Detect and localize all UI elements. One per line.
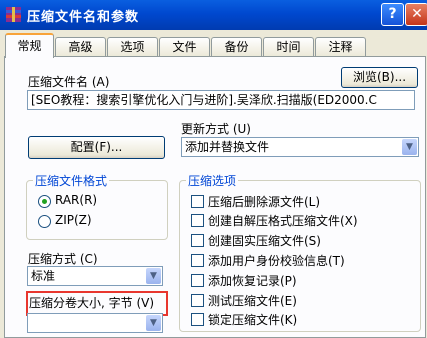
profiles-button[interactable]: 配置(F)...: [28, 136, 165, 159]
solid-label: 创建固实压缩文件(S): [208, 234, 321, 248]
close-button[interactable]: ✕: [405, 3, 427, 26]
volume-size-select[interactable]: ▼: [27, 313, 163, 333]
test-archive-label: 测试压缩文件(E): [208, 294, 297, 308]
tab-options[interactable]: 选项: [107, 37, 158, 56]
help-button[interactable]: ?: [381, 3, 404, 26]
sfx-checkbox[interactable]: [191, 214, 204, 227]
zip-radio-label: ZIP(Z): [55, 213, 92, 227]
rar-radio-label: RAR(R): [55, 193, 98, 207]
archive-name-label: 压缩文件名 (A): [28, 75, 110, 89]
tab-files[interactable]: 文件: [159, 37, 210, 56]
authenticity-label: 添加用户身份校验信息(T): [208, 254, 345, 268]
compression-method-label: 压缩方式 (C): [28, 252, 98, 266]
volume-size-label: 压缩分卷大小, 字节 (V): [29, 296, 155, 310]
rar-radio[interactable]: [38, 195, 51, 208]
archive-format-group: [26, 180, 168, 240]
title-bar: 压缩文件名和参数 ? ✕: [0, 0, 427, 30]
chevron-down-icon: ▼: [146, 268, 161, 284]
test-archive-checkbox[interactable]: [191, 294, 204, 307]
delete-after-label: 压缩后删除源文件(L): [208, 195, 321, 209]
chevron-down-icon: ▼: [402, 139, 417, 155]
compression-method-select[interactable]: 标准 ▼: [27, 266, 163, 286]
update-mode-select[interactable]: 添加并替换文件 ▼: [181, 137, 419, 157]
volume-size-value: [28, 316, 31, 330]
authenticity-checkbox[interactable]: [191, 254, 204, 267]
archive-name-value: [SEO教程：搜索引擎优化入门与进阶].吴泽欣.扫描版(ED2000.C: [31, 93, 377, 107]
tab-backup[interactable]: 备份: [211, 37, 262, 56]
tab-advanced[interactable]: 高级: [55, 37, 106, 56]
update-mode-label: 更新方式 (U): [181, 122, 251, 136]
sfx-label: 创建自解压格式压缩文件(X): [208, 214, 358, 228]
lock-archive-checkbox[interactable]: [191, 313, 204, 326]
delete-after-checkbox[interactable]: [191, 195, 204, 208]
compression-options-title: 压缩选项: [186, 172, 239, 189]
archive-format-title: 压缩文件格式: [33, 172, 110, 189]
window-title: 压缩文件名和参数: [27, 10, 140, 25]
compression-method-value: 标准: [31, 269, 56, 283]
tab-time[interactable]: 时间: [263, 37, 314, 56]
recovery-record-checkbox[interactable]: [191, 274, 204, 287]
archive-name-input[interactable]: [SEO教程：搜索引擎优化入门与进阶].吴泽欣.扫描版(ED2000.C: [27, 90, 415, 110]
winrar-icon: [6, 7, 21, 22]
tab-general[interactable]: 常规: [5, 33, 54, 58]
chevron-down-icon: ▼: [146, 315, 161, 331]
tab-comment[interactable]: 注释: [315, 37, 366, 56]
tab-strip: 常规 高级 选项 文件 备份 时间 注释: [0, 30, 427, 58]
browse-button[interactable]: 浏览(B)...: [341, 67, 418, 88]
recovery-record-label: 添加恢复记录(P): [208, 274, 297, 288]
update-mode-value: 添加并替换文件: [185, 140, 270, 154]
zip-radio[interactable]: [38, 215, 51, 228]
solid-checkbox[interactable]: [191, 234, 204, 247]
lock-archive-label: 锁定压缩文件(K): [208, 313, 298, 327]
